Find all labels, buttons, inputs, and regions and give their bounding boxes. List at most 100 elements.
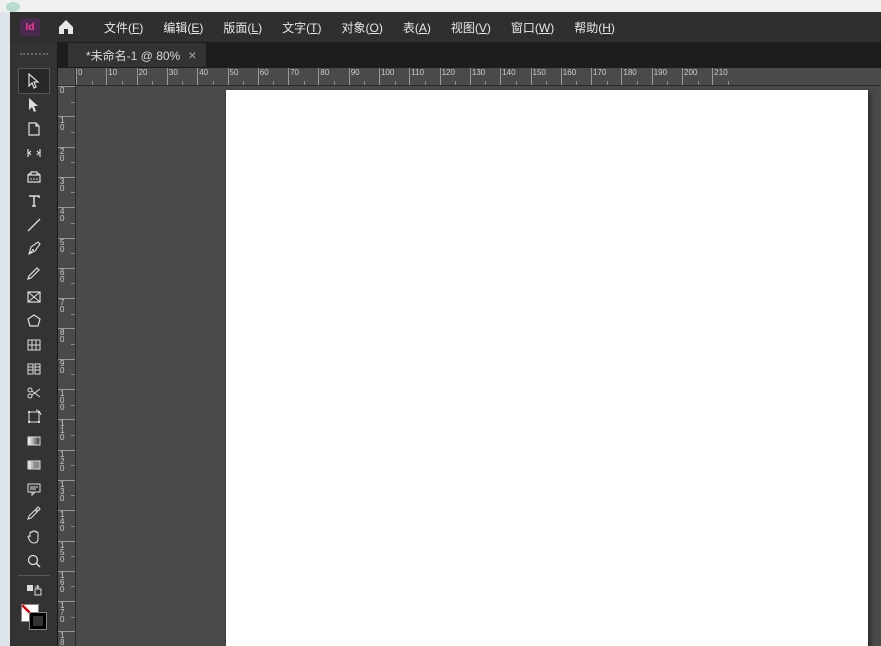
ruler-tick: 70 xyxy=(288,68,318,86)
canvas-area[interactable]: 0102030405060708090100110120130140150160… xyxy=(58,68,881,646)
horizontal-ruler[interactable]: 0102030405060708090100110120130140150160… xyxy=(76,68,881,86)
app-window: Id 文件(F) 编辑(E) 版面(L) 文字(T) 对象(O) 表(A) 视图… xyxy=(10,12,881,646)
menu-type[interactable]: 文字(T) xyxy=(272,13,331,42)
fill-stroke-swatch[interactable] xyxy=(21,604,47,630)
menu-label: 对象 xyxy=(341,21,365,35)
ruler-tick: 4 0 xyxy=(58,207,76,237)
content-collector-tool[interactable] xyxy=(19,165,49,189)
document-tab[interactable]: *未命名-1 @ 80% × xyxy=(68,43,206,67)
menu-help[interactable]: 帮助(H) xyxy=(564,13,625,42)
ruler-tick: 30 xyxy=(167,68,197,86)
menu-view[interactable]: 视图(V) xyxy=(441,13,501,42)
home-icon[interactable] xyxy=(56,17,76,37)
menu-key: E xyxy=(191,21,199,35)
menu-file[interactable]: 文件(F) xyxy=(94,13,153,42)
polygon-tool[interactable] xyxy=(19,309,49,333)
ruler-tick: 10 xyxy=(106,68,136,86)
tools-panel xyxy=(10,68,58,646)
close-icon[interactable]: × xyxy=(188,47,196,63)
line-tool[interactable] xyxy=(19,213,49,237)
ruler-tick: 170 xyxy=(591,68,621,86)
menu-label: 文件 xyxy=(104,21,128,35)
menu-key: W xyxy=(539,21,550,35)
tool-divider xyxy=(18,575,50,576)
hand-tool[interactable] xyxy=(19,525,49,549)
ruler-tick: 160 xyxy=(561,68,591,86)
ruler-tick: 5 0 xyxy=(58,238,76,268)
ruler-tick: 200 xyxy=(682,68,712,86)
ruler-tick: 1 5 0 xyxy=(58,541,76,571)
ruler-tick: 0 xyxy=(58,86,76,116)
ruler-origin[interactable] xyxy=(58,68,76,86)
zoom-tool[interactable] xyxy=(19,549,49,573)
ruler-tick: 110 xyxy=(409,68,439,86)
tools-panel-header[interactable] xyxy=(10,42,58,68)
menu-label: 视图 xyxy=(451,21,475,35)
menu-table[interactable]: 表(A) xyxy=(393,13,441,42)
rectangle-frame-tool[interactable] xyxy=(19,285,49,309)
eyedropper-tool[interactable] xyxy=(19,501,49,525)
scissors-tool[interactable] xyxy=(19,381,49,405)
menu-key: A xyxy=(419,21,427,35)
ruler-tick: 150 xyxy=(531,68,561,86)
os-titlebar xyxy=(0,0,881,12)
ruler-tick: 6 0 xyxy=(58,268,76,298)
ruler-tick: 1 7 0 xyxy=(58,601,76,631)
menu-label: 表 xyxy=(403,21,415,35)
free-transform-tool[interactable] xyxy=(19,405,49,429)
gradient-feather-tool[interactable] xyxy=(19,453,49,477)
menu-edit[interactable]: 编辑(E) xyxy=(153,13,213,42)
vertical-ruler[interactable]: 01 02 03 04 05 06 07 08 09 01 0 01 1 01 … xyxy=(58,86,76,646)
page-tool[interactable] xyxy=(19,117,49,141)
ruler-tick: 180 xyxy=(621,68,651,86)
ruler-tick: 1 4 0 xyxy=(58,510,76,540)
ruler-tick: 7 0 xyxy=(58,298,76,328)
ruler-tick: 0 xyxy=(76,68,106,86)
gap-tool[interactable] xyxy=(19,141,49,165)
insert-rows-tool[interactable] xyxy=(19,357,49,381)
rectangle-grid-tool[interactable] xyxy=(19,333,49,357)
ruler-tick: 40 xyxy=(197,68,227,86)
menu-key: O xyxy=(369,21,378,35)
pasteboard[interactable] xyxy=(76,86,881,646)
swap-fill-stroke-icon[interactable] xyxy=(19,578,49,602)
ruler-tick: 60 xyxy=(258,68,288,86)
ruler-tick: 1 0 xyxy=(58,116,76,146)
ruler-tick: 90 xyxy=(349,68,379,86)
ruler-tick: 2 0 xyxy=(58,147,76,177)
menu-object[interactable]: 对象(O) xyxy=(331,13,392,42)
gradient-swatch-tool[interactable] xyxy=(19,429,49,453)
menu-key: V xyxy=(479,21,487,35)
ruler-tick: 9 0 xyxy=(58,359,76,389)
menu-label: 编辑 xyxy=(163,21,187,35)
document-page[interactable] xyxy=(226,90,868,646)
pencil-tool[interactable] xyxy=(19,261,49,285)
note-tool[interactable] xyxy=(19,477,49,501)
menu-key: T xyxy=(310,21,317,35)
menu-layout[interactable]: 版面(L) xyxy=(213,13,272,42)
ruler-tick: 120 xyxy=(440,68,470,86)
ruler-tick: 1 3 0 xyxy=(58,480,76,510)
type-tool[interactable] xyxy=(19,189,49,213)
ruler-tick: 50 xyxy=(228,68,258,86)
selection-tool[interactable] xyxy=(19,69,49,93)
pen-tool[interactable] xyxy=(19,237,49,261)
ruler-tick: 190 xyxy=(652,68,682,86)
menu-window[interactable]: 窗口(W) xyxy=(501,13,564,42)
document-tab-title: *未命名-1 @ 80% xyxy=(86,47,180,64)
ruler-tick: 8 0 xyxy=(58,328,76,358)
app-logo: Id xyxy=(20,18,40,36)
ruler-tick: 1 8 0 xyxy=(58,631,76,646)
menu-label: 文字 xyxy=(282,21,306,35)
stroke-swatch[interactable] xyxy=(29,612,47,630)
menu-key: H xyxy=(602,21,611,35)
menu-key: F xyxy=(132,21,139,35)
menu-key: L xyxy=(251,21,258,35)
ruler-tick: 20 xyxy=(137,68,167,86)
menu-label: 版面 xyxy=(223,21,247,35)
workspace: 0102030405060708090100110120130140150160… xyxy=(10,68,881,646)
ruler-tick: 1 6 0 xyxy=(58,571,76,601)
ruler-tick: 80 xyxy=(318,68,348,86)
direct-selection-tool[interactable] xyxy=(19,93,49,117)
grip-icon xyxy=(20,53,48,57)
